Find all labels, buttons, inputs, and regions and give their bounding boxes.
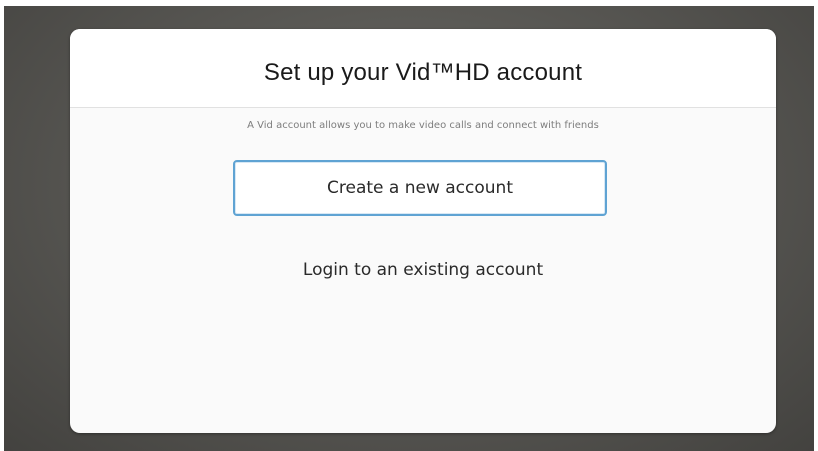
dialog-title: Set up your Vid™HD account	[263, 59, 583, 86]
dialog-header: Set up your Vid™HD account	[70, 29, 776, 108]
create-account-button[interactable]: Create a new account	[233, 160, 607, 216]
dialog-subtitle: A Vid account allows you to make video c…	[247, 120, 599, 131]
account-setup-dialog: Set up your Vid™HD account A Vid account…	[70, 29, 776, 433]
device-screen-backdrop: Set up your Vid™HD account A Vid account…	[4, 6, 814, 451]
login-existing-account-link[interactable]: Login to an existing account	[70, 260, 776, 280]
